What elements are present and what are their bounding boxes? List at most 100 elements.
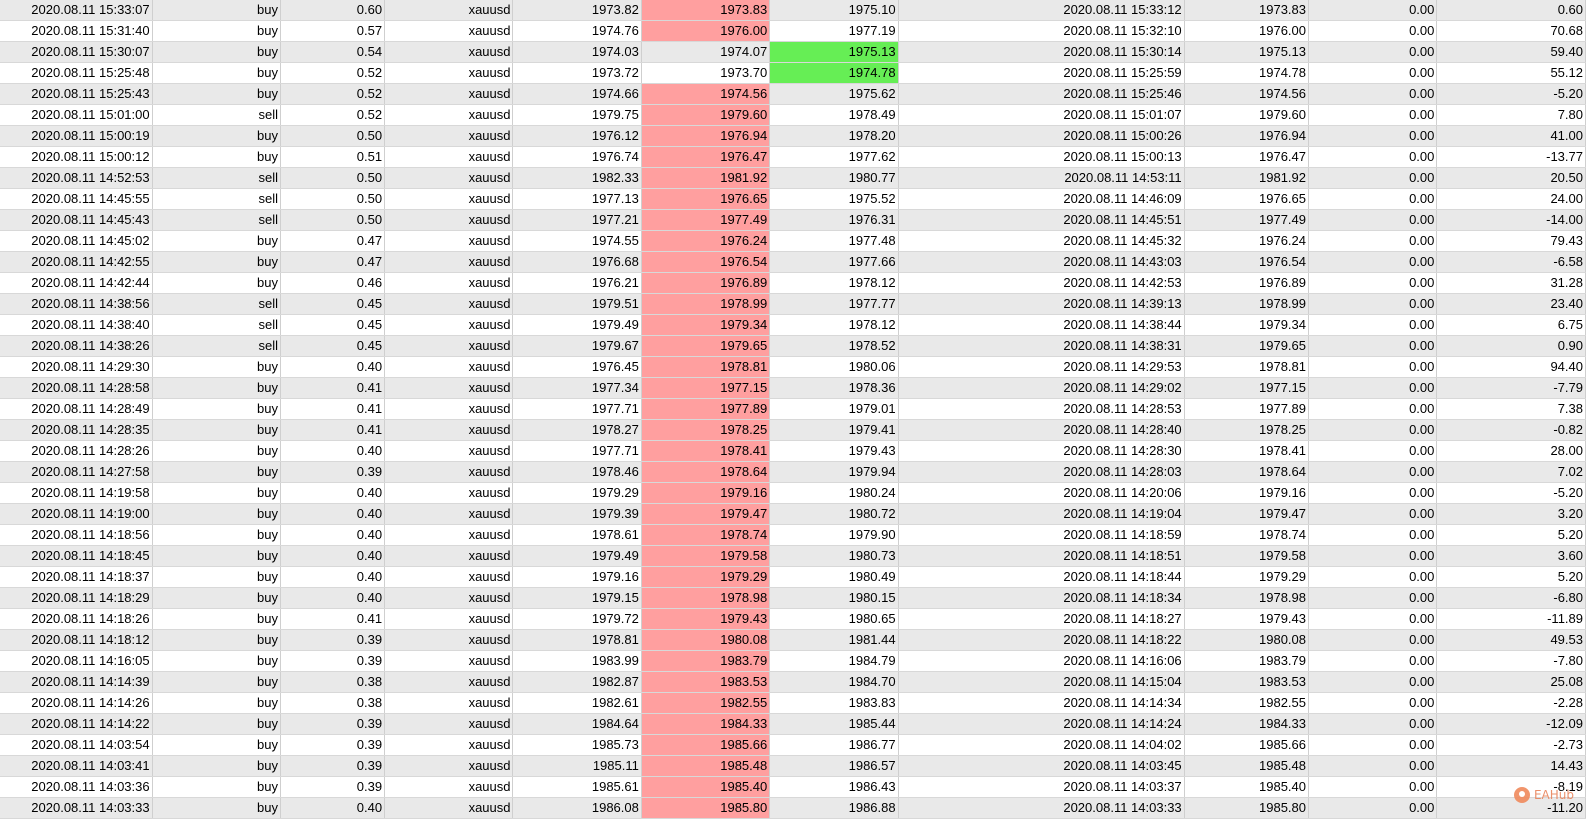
table-row[interactable]: 2020.08.11 14:28:49 buy 0.41 xauusd 1977.71 1… xyxy=(0,398,1586,420)
order-type-cell: sell xyxy=(152,188,282,210)
volume-cell: 0.39 xyxy=(280,461,386,483)
open-time-cell: 2020.08.11 14:28:26 xyxy=(0,440,153,462)
volume-cell: 0.52 xyxy=(280,104,386,126)
volume-cell: 0.60 xyxy=(280,0,386,21)
profit-cell: -6.58 xyxy=(1436,251,1586,273)
table-row[interactable]: 2020.08.11 14:29:30 buy 0.40 xauusd 1976.45 1… xyxy=(0,356,1586,378)
table-row[interactable]: 2020.08.11 14:14:39 buy 0.38 xauusd 1982.87 1… xyxy=(0,671,1586,693)
table-row[interactable]: 2020.08.11 14:38:40 sell 0.45 xauusd 1979.49… xyxy=(0,314,1586,336)
profit-cell: 49.53 xyxy=(1436,629,1586,651)
stop-loss-cell: 1976.47 xyxy=(641,146,771,168)
table-row[interactable]: 2020.08.11 15:01:00 sell 0.52 xauusd 1979.75… xyxy=(0,104,1586,126)
table-row[interactable]: 2020.08.11 14:18:45 buy 0.40 xauusd 1979.49 1… xyxy=(0,545,1586,567)
swap-cell: 0.00 xyxy=(1308,377,1438,399)
table-row[interactable]: 2020.08.11 14:03:33 buy 0.40 xauusd 1986.08 1… xyxy=(0,797,1586,819)
table-row[interactable]: 2020.08.11 14:45:02 buy 0.47 xauusd 1974.55 1… xyxy=(0,230,1586,252)
table-row[interactable]: 2020.08.11 14:28:26 buy 0.40 xauusd 1977.71 1… xyxy=(0,440,1586,462)
table-row[interactable]: 2020.08.11 14:42:55 buy 0.47 xauusd 1976.68 1… xyxy=(0,251,1586,273)
symbol-cell: xauusd xyxy=(384,83,514,105)
close-time-cell: 2020.08.11 14:28:03 xyxy=(898,461,1185,483)
table-row[interactable]: 2020.08.11 14:18:12 buy 0.39 xauusd 1978.81 1… xyxy=(0,629,1586,651)
table-row[interactable]: 2020.08.11 15:31:40 buy 0.57 xauusd 1974.76 1… xyxy=(0,20,1586,42)
table-row[interactable]: 2020.08.11 14:19:58 buy 0.40 xauusd 1979.29 1… xyxy=(0,482,1586,504)
close-time-cell: 2020.08.11 14:18:22 xyxy=(898,629,1185,651)
table-row[interactable]: 2020.08.11 14:38:26 sell 0.45 xauusd 1979.67… xyxy=(0,335,1586,357)
open-time-cell: 2020.08.11 14:42:44 xyxy=(0,272,153,294)
table-row[interactable]: 2020.08.11 14:52:53 sell 0.50 xauusd 1982.33… xyxy=(0,167,1586,189)
close-price-cell: 1983.79 xyxy=(1184,650,1310,672)
table-row[interactable]: 2020.08.11 15:00:19 buy 0.50 xauusd 1976.12 1… xyxy=(0,125,1586,147)
table-row[interactable]: 2020.08.11 14:03:54 buy 0.39 xauusd 1985.73 1… xyxy=(0,734,1586,756)
symbol-cell: xauusd xyxy=(384,20,514,42)
open-time-cell: 2020.08.11 14:45:02 xyxy=(0,230,153,252)
take-profit-cell: 1977.77 xyxy=(769,293,899,315)
stop-loss-cell: 1979.43 xyxy=(641,608,771,630)
table-row[interactable]: 2020.08.11 14:28:35 buy 0.41 xauusd 1978.27 1… xyxy=(0,419,1586,441)
table-row[interactable]: 2020.08.11 15:25:48 buy 0.52 xauusd 1973.72 1… xyxy=(0,62,1586,84)
close-time-cell: 2020.08.11 14:19:04 xyxy=(898,503,1185,525)
symbol-cell: xauusd xyxy=(384,230,514,252)
table-row[interactable]: 2020.08.11 14:03:36 buy 0.39 xauusd 1985.61 1… xyxy=(0,776,1586,798)
table-row[interactable]: 2020.08.11 14:16:05 buy 0.39 xauusd 1983.99 1… xyxy=(0,650,1586,672)
close-time-cell: 2020.08.11 14:03:33 xyxy=(898,797,1185,819)
table-row[interactable]: 2020.08.11 14:27:58 buy 0.39 xauusd 1978.46 1… xyxy=(0,461,1586,483)
table-row[interactable]: 2020.08.11 14:38:56 sell 0.45 xauusd 1979.51… xyxy=(0,293,1586,315)
table-row[interactable]: 2020.08.11 14:45:55 sell 0.50 xauusd 1977.13… xyxy=(0,188,1586,210)
close-price-cell: 1978.41 xyxy=(1184,440,1310,462)
close-price-cell: 1977.89 xyxy=(1184,398,1310,420)
table-row[interactable]: 2020.08.11 14:18:37 buy 0.40 xauusd 1979.16 1… xyxy=(0,566,1586,588)
table-row[interactable]: 2020.08.11 14:18:29 buy 0.40 xauusd 1979.15 1… xyxy=(0,587,1586,609)
table-row[interactable]: 2020.08.11 15:25:43 buy 0.52 xauusd 1974.66 1… xyxy=(0,83,1586,105)
volume-cell: 0.52 xyxy=(280,62,386,84)
stop-loss-cell: 1979.34 xyxy=(641,314,771,336)
volume-cell: 0.40 xyxy=(280,566,386,588)
table-row[interactable]: 2020.08.11 15:33:07 buy 0.60 xauusd 1973.82 1… xyxy=(0,0,1586,21)
close-time-cell: 2020.08.11 14:46:09 xyxy=(898,188,1185,210)
close-time-cell: 2020.08.11 14:16:06 xyxy=(898,650,1185,672)
volume-cell: 0.40 xyxy=(280,482,386,504)
table-row[interactable]: 2020.08.11 14:14:22 buy 0.39 xauusd 1984.64 1… xyxy=(0,713,1586,735)
volume-cell: 0.54 xyxy=(280,41,386,63)
table-row[interactable]: 2020.08.11 14:42:44 buy 0.46 xauusd 1976.21 1… xyxy=(0,272,1586,294)
table-row[interactable]: 2020.08.11 14:03:41 buy 0.39 xauusd 1985.11 1… xyxy=(0,755,1586,777)
table-row[interactable]: 2020.08.11 14:14:26 buy 0.38 xauusd 1982.61 1… xyxy=(0,692,1586,714)
symbol-cell: xauusd xyxy=(384,797,514,819)
table-row[interactable]: 2020.08.11 15:00:12 buy 0.51 xauusd 1976.74 1… xyxy=(0,146,1586,168)
symbol-cell: xauusd xyxy=(384,62,514,84)
close-price-cell: 1976.47 xyxy=(1184,146,1310,168)
volume-cell: 0.38 xyxy=(280,692,386,714)
volume-cell: 0.40 xyxy=(280,797,386,819)
symbol-cell: xauusd xyxy=(384,566,514,588)
swap-cell: 0.00 xyxy=(1308,125,1438,147)
close-time-cell: 2020.08.11 14:18:34 xyxy=(898,587,1185,609)
symbol-cell: xauusd xyxy=(384,650,514,672)
close-time-cell: 2020.08.11 14:29:02 xyxy=(898,377,1185,399)
order-type-cell: sell xyxy=(152,167,282,189)
profit-cell: 59.40 xyxy=(1436,41,1586,63)
close-price-cell: 1976.24 xyxy=(1184,230,1310,252)
close-time-cell: 2020.08.11 14:03:45 xyxy=(898,755,1185,777)
profit-cell: 5.20 xyxy=(1436,566,1586,588)
table-row[interactable]: 2020.08.11 14:28:58 buy 0.41 xauusd 1977.34 1… xyxy=(0,377,1586,399)
close-price-cell: 1981.92 xyxy=(1184,167,1310,189)
stop-loss-cell: 1985.40 xyxy=(641,776,771,798)
symbol-cell: xauusd xyxy=(384,671,514,693)
table-row[interactable]: 2020.08.11 14:18:26 buy 0.41 xauusd 1979.72 1… xyxy=(0,608,1586,630)
profit-cell: 25.08 xyxy=(1436,671,1586,693)
open-price-cell: 1984.64 xyxy=(512,713,642,735)
swap-cell: 0.00 xyxy=(1308,41,1438,63)
close-price-cell: 1979.16 xyxy=(1184,482,1310,504)
table-row[interactable]: 2020.08.11 14:19:00 buy 0.40 xauusd 1979.39 1… xyxy=(0,503,1586,525)
order-type-cell: buy xyxy=(152,230,282,252)
open-time-cell: 2020.08.11 15:25:43 xyxy=(0,83,153,105)
take-profit-cell: 1979.43 xyxy=(769,440,899,462)
table-row[interactable]: 2020.08.11 14:18:56 buy 0.40 xauusd 1978.61 1… xyxy=(0,524,1586,546)
open-price-cell: 1986.08 xyxy=(512,797,642,819)
symbol-cell: xauusd xyxy=(384,503,514,525)
swap-cell: 0.00 xyxy=(1308,230,1438,252)
volume-cell: 0.40 xyxy=(280,524,386,546)
close-price-cell: 1976.65 xyxy=(1184,188,1310,210)
close-price-cell: 1979.60 xyxy=(1184,104,1310,126)
table-row[interactable]: 2020.08.11 14:45:43 sell 0.50 xauusd 1977.21… xyxy=(0,209,1586,231)
table-row[interactable]: 2020.08.11 15:30:07 buy 0.54 xauusd 1974.03 1… xyxy=(0,41,1586,63)
